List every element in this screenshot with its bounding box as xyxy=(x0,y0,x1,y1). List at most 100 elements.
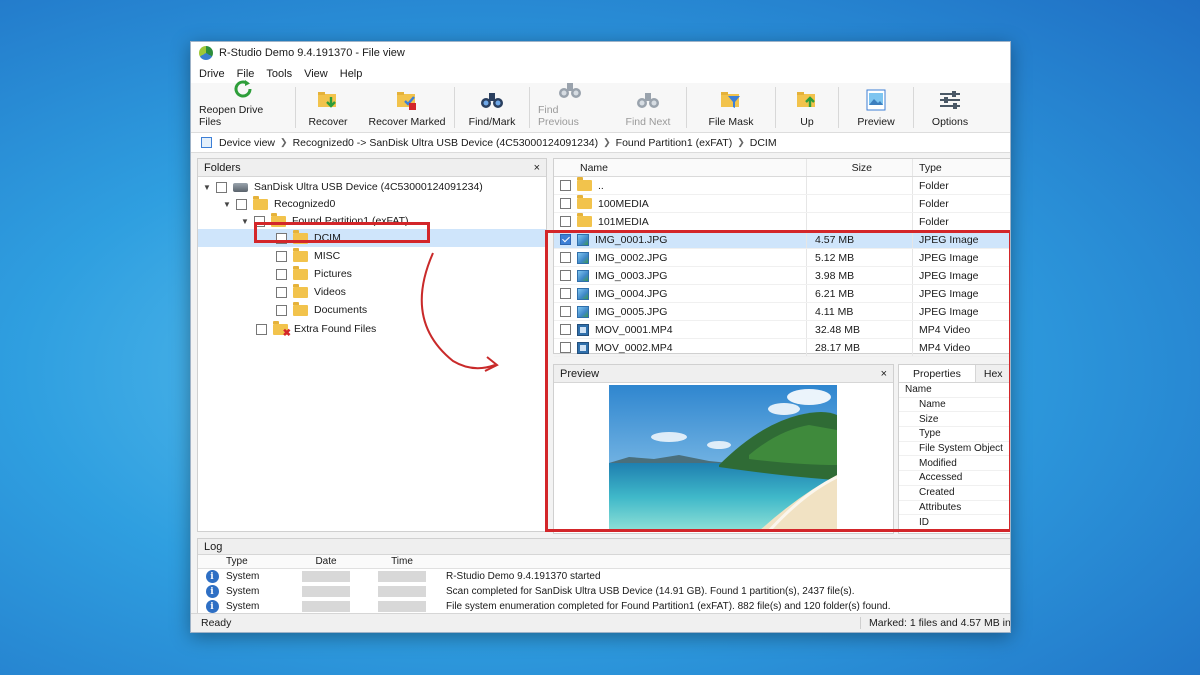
redacted-date xyxy=(302,586,350,597)
folder-icon xyxy=(577,213,592,227)
tree-checkbox[interactable] xyxy=(276,250,287,262)
dcim-highlight-box xyxy=(254,222,430,243)
tree-item-pictures[interactable]: Pictures xyxy=(276,265,352,283)
log-row[interactable]: i System R-Studio Demo 9.4.191370 starte… xyxy=(198,569,1010,584)
tree-item-videos[interactable]: Videos xyxy=(276,283,346,301)
log-columns: Type Date Time xyxy=(198,555,1010,569)
tree-item-label: Pictures xyxy=(314,268,352,280)
file-name: 101MEDIA xyxy=(598,215,649,228)
tree-checkbox[interactable] xyxy=(236,198,247,210)
tree-item-misc[interactable]: MISC xyxy=(276,247,340,265)
app-window: R-Studio Demo 9.4.191370 - File view Dri… xyxy=(190,41,1011,633)
file-type: Folder xyxy=(919,179,949,192)
tree-item-label: SanDisk Ultra USB Device (4C530001240912… xyxy=(254,181,483,193)
tree-checkbox[interactable] xyxy=(276,304,287,316)
log-panel: Log Type Date Time i System R-Studio Dem… xyxy=(197,538,1010,614)
file-row[interactable]: .. Folder xyxy=(554,177,1010,195)
log-row[interactable]: i System File system enumeration complet… xyxy=(198,599,1010,614)
redacted-time xyxy=(378,586,426,597)
log-type: System xyxy=(226,571,260,582)
menu-tools[interactable]: Tools xyxy=(260,68,298,80)
reopen-icon xyxy=(231,78,255,100)
options-button[interactable]: Options xyxy=(914,83,986,132)
folder-icon xyxy=(577,177,592,191)
reopen-drive-files-button[interactable]: Reopen Drive Files xyxy=(191,80,295,132)
log-row[interactable]: i System Scan completed for SanDisk Ultr… xyxy=(198,584,1010,599)
column-size[interactable]: Size xyxy=(807,159,913,176)
file-mask-button[interactable]: File Mask xyxy=(687,83,775,132)
file-row[interactable]: 101MEDIA Folder xyxy=(554,213,1010,231)
up-button[interactable]: Up xyxy=(776,83,838,132)
tree-checkbox[interactable] xyxy=(216,181,227,193)
info-icon: i xyxy=(205,585,219,598)
chevron-right-icon: ❯ xyxy=(603,137,611,147)
menu-view[interactable]: View xyxy=(298,68,334,80)
log-column-date[interactable]: Date xyxy=(288,556,364,567)
folder-icon xyxy=(577,195,592,209)
chevron-down-icon[interactable]: ▼ xyxy=(222,200,232,209)
find-next-button[interactable]: Find Next xyxy=(610,83,686,132)
file-type: Folder xyxy=(919,197,949,210)
info-icon: i xyxy=(205,600,219,613)
log-type: System xyxy=(226,601,260,612)
folder-x-icon: ✖ xyxy=(273,320,291,339)
breadcrumb-recognized[interactable]: Recognized0 -> SanDisk Ultra USB Device … xyxy=(288,137,604,149)
chevron-down-icon[interactable]: ▼ xyxy=(240,217,250,226)
tree-item-recognized0[interactable]: ▼ Recognized0 xyxy=(222,195,335,213)
breadcrumb: Device view ❯ Recognized0 -> SanDisk Ult… xyxy=(191,133,1010,153)
tree-item-sandisk[interactable]: ▼ SanDisk Ultra USB Device (4C5300012409… xyxy=(202,178,483,196)
menu-drive[interactable]: Drive xyxy=(193,68,231,80)
menu-bar: Drive File Tools View Help xyxy=(191,64,1010,83)
file-name: 100MEDIA xyxy=(598,197,649,210)
file-type: Folder xyxy=(919,215,949,228)
breadcrumb-device-view[interactable]: Device view xyxy=(214,137,280,149)
tree-item-extra-found-files[interactable]: ✖ Extra Found Files xyxy=(256,320,377,339)
log-column-time[interactable]: Time xyxy=(364,556,440,567)
column-type[interactable]: Type xyxy=(913,159,1010,176)
redacted-date xyxy=(302,601,350,612)
curved-arrow-icon xyxy=(420,252,499,372)
recover-button[interactable]: Recover xyxy=(296,83,360,132)
marked-summary: Marked: 1 files and 4.57 MB in 1 fi xyxy=(860,617,1010,629)
menu-help[interactable]: Help xyxy=(334,68,369,80)
log-column-type[interactable]: Type xyxy=(226,556,288,567)
tree-item-label: Videos xyxy=(314,286,346,298)
log-type: System xyxy=(226,586,260,597)
redacted-time xyxy=(378,571,426,582)
breadcrumb-partition[interactable]: Found Partition1 (exFAT) xyxy=(611,137,738,149)
tree-checkbox[interactable] xyxy=(276,268,287,280)
tree-checkbox[interactable] xyxy=(256,323,267,335)
app-logo-icon xyxy=(199,46,213,60)
log-message: Scan completed for SanDisk Ultra USB Dev… xyxy=(446,586,855,597)
file-list-header: Name Size Type xyxy=(554,159,1010,177)
row-checkbox[interactable] xyxy=(560,180,571,191)
tree-item-label: Extra Found Files xyxy=(294,323,377,335)
redacted-time xyxy=(378,601,426,612)
binoculars-icon xyxy=(636,88,660,112)
row-checkbox[interactable] xyxy=(560,216,571,227)
row-checkbox[interactable] xyxy=(560,198,571,209)
folders-title: Folders xyxy=(204,161,241,174)
tree-checkbox[interactable] xyxy=(276,286,287,298)
close-icon[interactable]: × xyxy=(534,162,540,174)
find-mark-button[interactable]: Find/Mark xyxy=(455,83,529,132)
breadcrumb-dcim[interactable]: DCIM xyxy=(745,137,782,149)
toolbar: Reopen Drive Files Recover Recover Marke… xyxy=(191,80,1010,133)
title-bar: R-Studio Demo 9.4.191370 - File view xyxy=(191,42,1010,64)
file-row[interactable]: 100MEDIA Folder xyxy=(554,195,1010,213)
recover-icon xyxy=(316,88,340,112)
find-previous-button[interactable]: Find Previous xyxy=(530,83,610,132)
chevron-down-icon[interactable]: ▼ xyxy=(202,183,212,192)
drive-icon xyxy=(233,182,248,192)
folder-icon xyxy=(293,265,308,280)
main-area: Folders × ▼ SanDisk Ultra USB Device (4C… xyxy=(191,156,1010,534)
folder-icon xyxy=(293,283,308,298)
tree-item-documents[interactable]: Documents xyxy=(276,301,367,319)
preview-icon xyxy=(864,88,888,112)
window-title: R-Studio Demo 9.4.191370 - File view xyxy=(219,47,405,59)
status-text: Ready xyxy=(201,617,232,629)
preview-button[interactable]: Preview xyxy=(839,83,913,132)
column-name[interactable]: Name xyxy=(554,159,807,176)
recover-marked-button[interactable]: Recover Marked xyxy=(360,83,454,132)
folders-header: Folders × xyxy=(198,159,546,177)
